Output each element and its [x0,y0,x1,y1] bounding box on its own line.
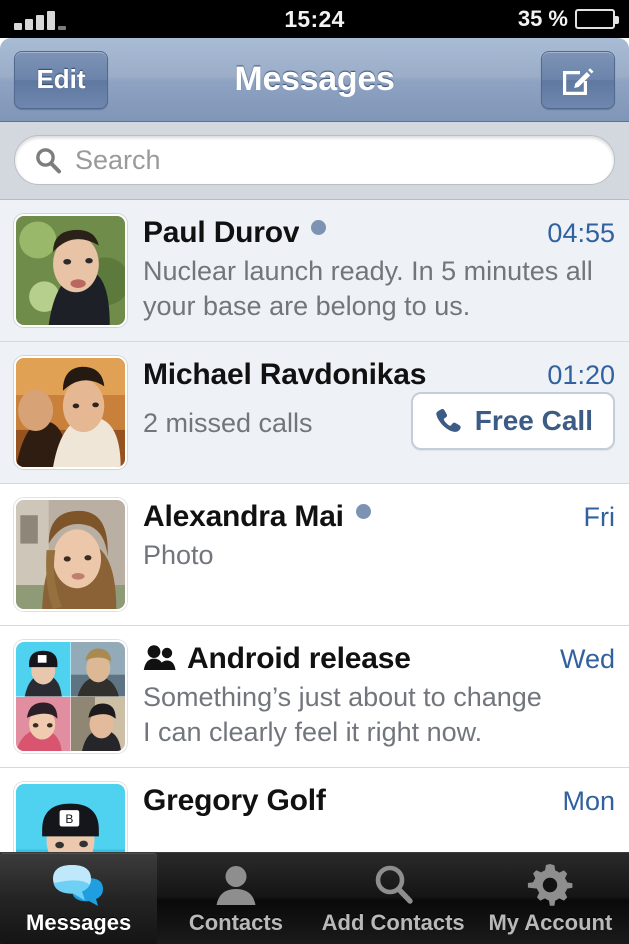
group-member-avatar-1 [16,642,71,697]
chat-preview: Something’s just about to change I can c… [143,680,615,749]
compose-button[interactable] [541,50,615,109]
tab-label: My Account [488,909,613,935]
chat-header-line: Android release Wed [143,642,615,676]
battery-icon [575,9,619,29]
chat-preview: Nuclear launch ready. In 5 minutes all y… [143,254,615,323]
chat-name: Gregory Golf [143,784,326,817]
chat-preview-line: Photo [143,540,214,570]
tab-label: Add Contacts [321,909,465,935]
chat-name: Michael Ravdonikas [143,358,427,391]
unread-dot [355,504,371,519]
compose-icon [563,67,594,95]
chat-row-paul-durov[interactable]: Paul Durov 04:55 Nuclear launch ready. I… [0,200,629,342]
chat-row-android-release[interactable]: Android release Wed Something’s just abo… [0,626,629,768]
chat-preview-line: Nuclear launch ready. In 5 minutes all [143,256,593,286]
chat-timestamp: Fri [583,502,615,532]
person-icon [214,862,258,908]
chat-header-line: Alexandra Mai Fri [143,500,615,534]
chat-timestamp: Wed [559,644,615,674]
avatar-michael-ravdonikas [14,356,127,469]
search-placeholder: Search [75,144,161,175]
free-call-button[interactable]: Free Call [410,392,615,450]
chat-header-line: Paul Durov 04:55 [143,216,615,250]
battery-status: 35 % [517,6,619,32]
unread-dot [311,220,327,235]
chat-preview-line: your base are belong to us. [143,290,471,321]
chat-timestamp: Mon [562,786,615,816]
avatar-alexandra-mai [14,498,127,611]
avatar-group-android-release [14,640,127,753]
tab-my-account[interactable]: My Account [472,853,629,944]
chat-name: Alexandra Mai [143,500,344,533]
chat-preview-row: 2 missed calls Free Call [143,392,615,450]
group-member-avatar-2 [70,642,125,697]
tab-label: Contacts [188,909,283,935]
tab-bar: Messages Contacts Add Contacts My Accoun… [0,852,629,944]
chat-timestamp: 04:55 [547,218,615,248]
chat-preview-line: I can clearly feel it right now. [143,716,483,747]
chat-header-line: Gregory Golf Mon [143,784,615,818]
avatar-paul-durov [14,214,127,327]
phone-screen: 15:24 35 % Edit Messages Search Paul Dur… [0,0,629,944]
chat-row-alexandra-mai[interactable]: Alexandra Mai Fri Photo [0,484,629,626]
chat-row-michael-ravdonikas[interactable]: Michael Ravdonikas 01:20 2 missed calls … [0,342,629,484]
magnifier-icon [371,862,415,908]
group-member-avatar-3 [16,696,71,751]
chat-name: Android release [187,642,411,675]
chat-bubbles-icon [52,862,106,908]
chat-body: Alexandra Mai Fri Photo [127,498,615,611]
phone-icon [436,408,461,432]
status-bar: 15:24 35 % [0,0,629,38]
chat-preview-line: Something’s just about to change [143,682,542,712]
chat-body: Paul Durov 04:55 Nuclear launch ready. I… [127,214,615,327]
group-people-icon [143,645,176,670]
chat-name: Paul Durov [143,216,300,249]
chat-list: Paul Durov 04:55 Nuclear launch ready. I… [0,200,629,910]
chat-body: Android release Wed Something’s just abo… [127,640,615,753]
edit-button[interactable]: Edit [14,50,108,109]
tab-label: Messages [26,909,132,935]
group-member-avatar-4 [70,696,125,751]
chat-preview: 2 missed calls [143,406,411,441]
tab-contacts[interactable]: Contacts [157,853,314,944]
svg-text:B: B [65,812,73,826]
battery-percent-label: 35 % [517,6,568,31]
chat-preview-line: 2 missed calls [143,407,313,438]
chat-timestamp: 01:20 [547,360,615,390]
chat-preview: Photo [143,538,615,573]
search-input[interactable]: Search [14,135,615,185]
chat-body: Michael Ravdonikas 01:20 2 missed calls … [127,356,615,469]
navigation-bar: Edit Messages [0,38,629,122]
free-call-label: Free Call [474,405,593,436]
tab-add-contacts[interactable]: Add Contacts [315,853,472,944]
tab-messages[interactable]: Messages [0,853,158,944]
search-area: Search [0,122,629,200]
chat-header-line: Michael Ravdonikas 01:20 [143,358,615,392]
search-icon [36,148,61,174]
gear-icon [527,862,573,908]
